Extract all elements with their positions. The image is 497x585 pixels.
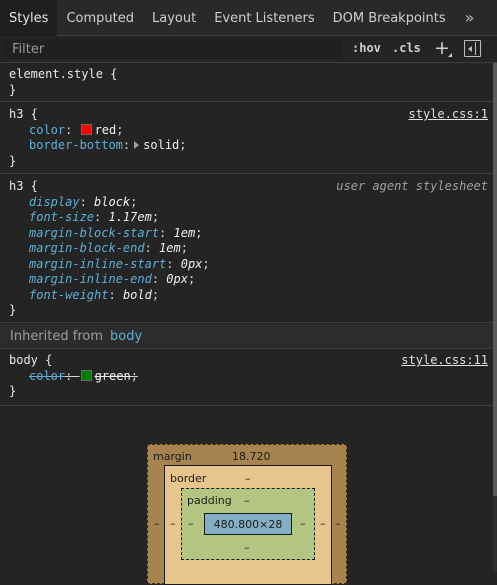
inherited-from-header: Inherited from body bbox=[0, 324, 493, 349]
property-name[interactable]: border-bottom bbox=[29, 138, 123, 152]
border-label: border bbox=[170, 472, 207, 485]
rule-selector[interactable]: body { bbox=[0, 353, 493, 369]
declaration-color[interactable]: color: red; bbox=[0, 123, 493, 139]
property-name[interactable]: color bbox=[29, 369, 65, 383]
rule-element-style: element.style { } bbox=[0, 64, 493, 102]
declaration: margin-inline-start: 0px; bbox=[29, 256, 210, 271]
panel-tab-bar: Styles Computed Layout Event Listeners D… bbox=[0, 0, 497, 36]
box-model-padding[interactable]: padding – – – – 480.800×28 bbox=[181, 488, 315, 560]
new-rule-menu-corner-icon[interactable] bbox=[448, 53, 452, 57]
property-value[interactable]: green bbox=[95, 369, 131, 383]
declaration: font-size: 1.17em; bbox=[29, 210, 160, 224]
declaration: margin-block-end: 1em; bbox=[29, 241, 188, 255]
class-toggle[interactable]: .cls bbox=[392, 41, 421, 55]
property-value: 1em bbox=[159, 241, 181, 255]
border-top-value[interactable]: – bbox=[245, 472, 251, 485]
toggle-sidebar-icon[interactable] bbox=[464, 40, 481, 57]
margin-right-value[interactable]: – bbox=[335, 517, 341, 530]
property-name: font-size bbox=[29, 210, 95, 224]
property-value: 1.17em bbox=[108, 210, 152, 224]
padding-label: padding bbox=[187, 494, 232, 507]
inherited-element-link[interactable]: body bbox=[110, 329, 142, 344]
filter-toolbar: Filter :hov .cls + bbox=[0, 36, 497, 63]
property-value[interactable]: solid bbox=[143, 138, 179, 152]
property-value[interactable]: red bbox=[95, 123, 117, 137]
property-name: font-weight bbox=[29, 287, 109, 302]
border-right-value[interactable]: – bbox=[320, 517, 326, 530]
color-swatch-icon[interactable] bbox=[80, 369, 92, 381]
tab-dom-breakpoints[interactable]: DOM Breakpoints bbox=[324, 0, 455, 36]
property-value: block bbox=[94, 194, 131, 209]
expand-shorthand-icon[interactable] bbox=[134, 141, 140, 149]
property-name[interactable]: color bbox=[29, 123, 65, 137]
rule-close-brace: } bbox=[9, 153, 17, 168]
declaration-border-bottom[interactable]: border-bottom: solid; bbox=[0, 138, 493, 154]
more-tabs-icon[interactable]: » bbox=[455, 0, 485, 35]
rule-h3-user-agent: user agent stylesheet h3 { display: bloc… bbox=[0, 175, 493, 323]
tab-event-listeners[interactable]: Event Listeners bbox=[205, 0, 323, 36]
property-value: 0px bbox=[180, 256, 203, 271]
padding-top-value[interactable]: – bbox=[244, 494, 250, 507]
property-value: 1em bbox=[173, 225, 196, 240]
scrollbar-thumb[interactable] bbox=[493, 63, 497, 496]
margin-top-value[interactable]: 18.720 bbox=[232, 450, 271, 463]
declaration: display: block; bbox=[29, 194, 138, 209]
property-value: 0px bbox=[166, 272, 188, 286]
tab-layout[interactable]: Layout bbox=[143, 0, 205, 36]
property-value: bold bbox=[122, 287, 152, 302]
padding-right-value[interactable]: – bbox=[300, 517, 306, 530]
property-name: margin-block-start bbox=[29, 225, 160, 240]
rule-selector[interactable]: element.style { bbox=[0, 67, 493, 83]
color-swatch-icon[interactable] bbox=[80, 123, 92, 135]
declaration: margin-inline-end: 0px; bbox=[29, 272, 196, 286]
rule-close-brace: } bbox=[9, 82, 17, 97]
rule-close-brace: } bbox=[9, 303, 17, 317]
tab-styles[interactable]: Styles bbox=[0, 0, 58, 36]
property-name: display bbox=[29, 194, 80, 209]
rule-selector: h3 { bbox=[9, 179, 38, 193]
declaration: font-weight: bold; bbox=[29, 287, 160, 302]
rule-selector[interactable]: h3 { bbox=[0, 107, 493, 123]
box-model-border[interactable]: border – – – padding – – – – 480.800×28 bbox=[164, 465, 332, 585]
property-name: margin-inline-end bbox=[29, 272, 152, 286]
filter-input[interactable]: Filter bbox=[4, 39, 342, 59]
box-model-content[interactable]: 480.800×28 bbox=[204, 513, 292, 535]
tab-computed[interactable]: Computed bbox=[57, 0, 143, 36]
rule-h3-stylesheet: style.css:1 h3 { color: red; border-bott… bbox=[0, 103, 493, 174]
hover-state-toggle[interactable]: :hov bbox=[352, 41, 381, 55]
rule-close-brace: } bbox=[9, 384, 17, 398]
declaration-color-overridden[interactable]: color: green; bbox=[0, 369, 493, 385]
rule-body-stylesheet: style.css:11 body { color: green; } bbox=[0, 350, 493, 406]
vertical-scrollbar[interactable] bbox=[493, 63, 497, 572]
padding-left-value[interactable]: – bbox=[188, 517, 194, 530]
box-model-margin[interactable]: margin 18.720 – – border – – – padding –… bbox=[147, 444, 347, 585]
inherited-label: Inherited from bbox=[10, 328, 103, 344]
padding-bottom-value[interactable]: – bbox=[244, 541, 250, 554]
margin-left-value[interactable]: – bbox=[154, 517, 160, 530]
property-name: margin-block-end bbox=[29, 241, 145, 255]
border-left-value[interactable]: – bbox=[170, 517, 176, 530]
declaration: margin-block-start: 1em; bbox=[29, 225, 203, 240]
margin-label: margin bbox=[153, 450, 192, 463]
property-name: margin-inline-start bbox=[29, 256, 167, 271]
